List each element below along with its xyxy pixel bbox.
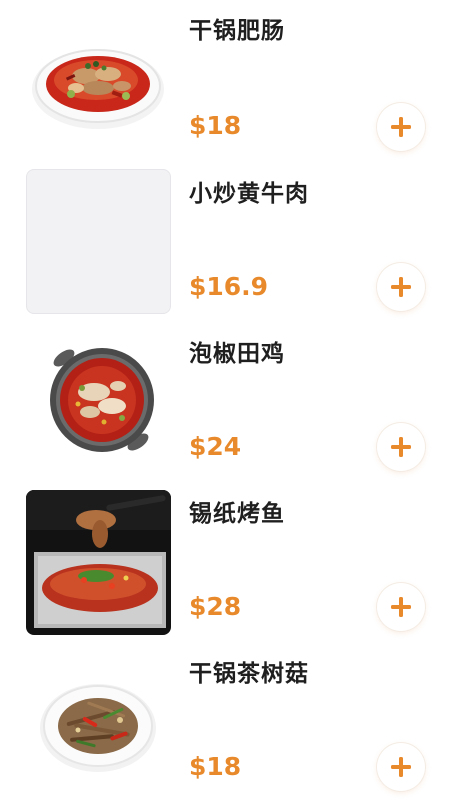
dish-price: $18 [189,111,242,140]
add-to-cart-button[interactable] [377,423,425,471]
menu-item[interactable]: 泡椒田鸡 $24 [0,320,450,480]
dish-price: $28 [189,592,242,621]
menu-item[interactable]: 小炒黄牛肉 $16.9 [0,160,450,320]
dish-name: 锡纸烤鱼 [189,501,285,527]
dish-image[interactable] [26,650,171,795]
plus-icon [391,117,411,137]
dish-name: 泡椒田鸡 [189,341,285,367]
dish-name: 小炒黄牛肉 [189,181,309,207]
dish-image-mushroom [26,650,171,795]
dish-image[interactable] [26,490,171,635]
dish-image-grilled-fish [26,490,171,635]
dish-image-placeholder[interactable] [26,169,171,314]
dish-price: $24 [189,432,242,461]
menu-list: 干锅肥肠 $18 小炒黄牛肉 $16.9 泡椒田鸡 $24 锡纸烤鱼 $28 干… [0,0,450,800]
menu-item[interactable]: 锡纸烤鱼 $28 [0,480,450,640]
plus-icon [391,597,411,617]
dish-name: 干锅肥肠 [189,18,285,44]
dish-image-frog-pot [26,330,171,475]
dish-image[interactable] [26,330,171,475]
menu-item[interactable]: 干锅肥肠 $18 [0,0,450,160]
add-to-cart-button[interactable] [377,583,425,631]
plus-icon [391,437,411,457]
plus-icon [391,757,411,777]
add-to-cart-button[interactable] [377,263,425,311]
dish-price: $16.9 [189,272,269,301]
dish-name: 干锅茶树菇 [189,661,309,687]
plus-icon [391,277,411,297]
dish-image[interactable] [26,14,171,159]
menu-item[interactable]: 干锅茶树菇 $18 [0,640,450,800]
add-to-cart-button[interactable] [377,103,425,151]
dish-price: $18 [189,752,242,781]
dish-image-intestines [26,14,171,159]
add-to-cart-button[interactable] [377,743,425,791]
